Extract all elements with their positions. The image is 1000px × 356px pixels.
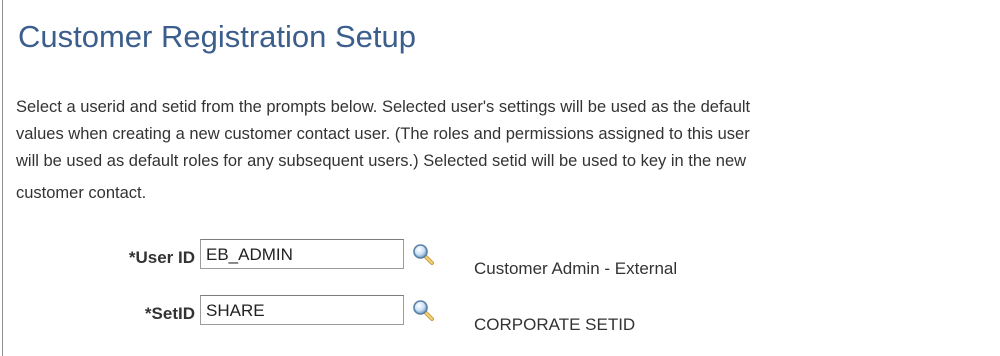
- set-id-description: CORPORATE SETID: [474, 315, 636, 334]
- instructions-text: Select a userid and setid from the promp…: [16, 94, 996, 207]
- instructions-line: customer contact.: [16, 184, 147, 202]
- set-id-input[interactable]: [200, 295, 404, 325]
- magnifier-icon: [413, 244, 434, 265]
- instructions-line: Select a userid and setid from the promp…: [16, 98, 751, 116]
- set-id-label: *SetID: [144, 304, 195, 323]
- user-id-label: *User ID: [128, 248, 195, 267]
- user-id-description: Customer Admin - External: [474, 259, 678, 278]
- magnifier-icon: [413, 300, 434, 321]
- user-id-lookup-icon[interactable]: [412, 243, 434, 265]
- user-id-input[interactable]: [200, 239, 404, 269]
- page-title: Customer Registration Setup: [18, 19, 417, 54]
- user-id-label-wrap: *User ID: [40, 242, 195, 272]
- instructions-line: will be used as default roles for any su…: [16, 152, 747, 170]
- set-id-lookup-icon[interactable]: [412, 299, 434, 321]
- set-id-label-wrap: *SetID: [40, 298, 195, 328]
- instructions-line: values when creating a new customer cont…: [16, 125, 750, 143]
